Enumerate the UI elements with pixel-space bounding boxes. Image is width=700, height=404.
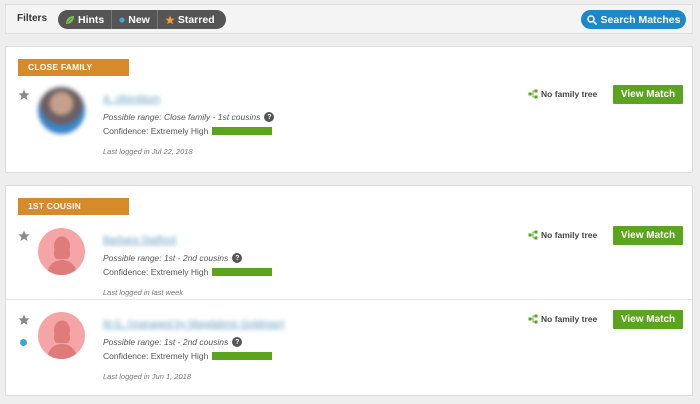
match-group-close-family: CLOSE FAMILY A. ollienblum Possible rang… bbox=[5, 46, 693, 173]
filter-hints-button[interactable]: Hints bbox=[58, 10, 111, 29]
match-info: M.G. (managed by Magdalene Goldman) Poss… bbox=[103, 314, 403, 381]
star-icon[interactable] bbox=[18, 89, 30, 101]
match-name-link[interactable]: A. ollienblum bbox=[103, 94, 160, 106]
confidence-bar bbox=[212, 268, 273, 276]
female-silhouette-icon bbox=[47, 320, 77, 359]
match-info: A. ollienblum Possible range: Close fami… bbox=[103, 89, 403, 156]
filter-starred-label: Starred bbox=[177, 13, 215, 26]
filter-hints-label: Hints bbox=[78, 13, 105, 26]
search-matches-label: Search Matches bbox=[600, 13, 681, 26]
match-name-link[interactable]: M.G. (managed by Magdalene Goldman) bbox=[103, 319, 285, 331]
help-icon[interactable]: ? bbox=[232, 337, 243, 347]
avatar[interactable] bbox=[38, 312, 85, 359]
filter-bar: Filters Hints New Starred Search Matches bbox=[5, 4, 693, 34]
row-divider bbox=[6, 299, 692, 300]
new-indicator-dot bbox=[20, 339, 27, 346]
filter-group: Hints New Starred bbox=[58, 10, 226, 29]
family-tree-icon bbox=[528, 314, 538, 324]
confidence-text: Confidence: Extremely High bbox=[103, 126, 209, 136]
confidence: Confidence: Extremely High bbox=[103, 126, 403, 136]
dot-icon bbox=[119, 16, 125, 23]
tree-status-text: No family tree bbox=[541, 89, 598, 99]
leaf-icon bbox=[65, 15, 75, 25]
view-match-button[interactable]: View Match bbox=[613, 310, 683, 329]
last-login: Last logged in Jul 22, 2018 bbox=[103, 147, 193, 156]
female-silhouette-icon bbox=[47, 236, 77, 275]
match-info: Barbara Stafford Possible range: 1st - 2… bbox=[103, 230, 403, 297]
possible-range-text: Possible range: 1st - 2nd cousins bbox=[103, 337, 229, 347]
filter-starred-button[interactable]: Starred bbox=[156, 10, 222, 29]
tree-status: No family tree bbox=[528, 230, 597, 240]
confidence: Confidence: Extremely High bbox=[103, 267, 403, 277]
help-icon[interactable]: ? bbox=[264, 112, 275, 122]
family-tree-icon bbox=[528, 230, 538, 240]
view-match-button[interactable]: View Match bbox=[613, 85, 683, 104]
match-group-1st-cousin: 1ST COUSIN Barbara Stafford Possible ran… bbox=[5, 185, 693, 396]
view-match-button[interactable]: View Match bbox=[613, 226, 683, 245]
tree-status-text: No family tree bbox=[541, 314, 598, 324]
last-login: Last logged in last week bbox=[103, 288, 184, 297]
match-row: M.G. (managed by Magdalene Goldman) Poss… bbox=[6, 310, 692, 404]
confidence-text: Confidence: Extremely High bbox=[103, 267, 209, 277]
star-icon[interactable] bbox=[18, 314, 30, 326]
group-header: 1ST COUSIN bbox=[18, 198, 129, 215]
family-tree-icon bbox=[528, 89, 538, 99]
tree-status: No family tree bbox=[528, 314, 597, 324]
possible-range-text: Possible range: Close family - 1st cousi… bbox=[103, 112, 261, 122]
possible-range-text: Possible range: 1st - 2nd cousins bbox=[103, 253, 229, 263]
possible-range: Possible range: 1st - 2nd cousins ? bbox=[103, 337, 403, 347]
match-row: A. ollienblum Possible range: Close fami… bbox=[6, 85, 692, 187]
star-icon bbox=[165, 15, 175, 25]
confidence: Confidence: Extremely High bbox=[103, 351, 403, 361]
search-icon bbox=[586, 14, 597, 25]
star-icon[interactable] bbox=[18, 230, 30, 242]
possible-range: Possible range: 1st - 2nd cousins ? bbox=[103, 253, 403, 263]
filter-new-label: New bbox=[128, 13, 150, 26]
search-matches-button[interactable]: Search Matches bbox=[581, 10, 686, 29]
avatar[interactable] bbox=[38, 87, 85, 134]
help-icon[interactable]: ? bbox=[232, 253, 243, 263]
last-login: Last logged in Jun 1, 2018 bbox=[103, 372, 191, 381]
match-name-link[interactable]: Barbara Stafford bbox=[103, 235, 176, 247]
filters-label: Filters bbox=[17, 13, 48, 24]
confidence-bar bbox=[212, 352, 273, 360]
filter-new-button[interactable]: New bbox=[111, 10, 157, 29]
confidence-bar bbox=[212, 127, 273, 135]
tree-status-text: No family tree bbox=[541, 230, 598, 240]
group-header: CLOSE FAMILY bbox=[18, 59, 129, 76]
possible-range: Possible range: Close family - 1st cousi… bbox=[103, 112, 403, 122]
tree-status: No family tree bbox=[528, 89, 597, 99]
avatar[interactable] bbox=[38, 228, 85, 275]
confidence-text: Confidence: Extremely High bbox=[103, 351, 209, 361]
